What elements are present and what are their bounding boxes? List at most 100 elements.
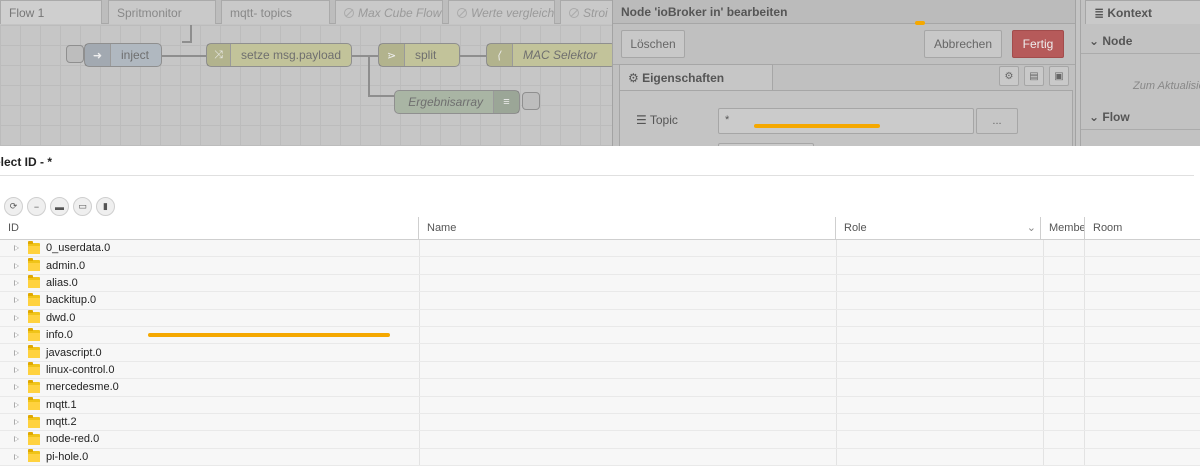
- room-cell: [1084, 274, 1085, 292]
- table-row[interactable]: mercedesme.0: [0, 379, 1200, 397]
- expand-caret-icon[interactable]: [14, 436, 20, 443]
- node-red-editor-background: Flow 1 Spritmonitor mqtt- topics Max Cub…: [0, 0, 1200, 146]
- inject-node[interactable]: ➜ inject: [84, 43, 162, 67]
- expand-caret-icon[interactable]: [14, 384, 20, 391]
- collapse-button[interactable]: −: [27, 197, 46, 216]
- object-id: javascript.0: [46, 346, 102, 359]
- table-row[interactable]: javascript.0: [0, 344, 1200, 362]
- members-cell: [1043, 361, 1044, 379]
- gear-icon: ⚙: [1004, 70, 1014, 82]
- expand-all-button[interactable]: ▭: [73, 197, 92, 216]
- dialog-toolbar: ⟳ − ▬ ▭ ▮: [4, 197, 115, 217]
- folder-icon: [28, 414, 40, 428]
- collapse-all-button[interactable]: ▬: [50, 197, 69, 216]
- expand-caret-icon[interactable]: [14, 349, 20, 356]
- refresh-icon: ⟳: [9, 201, 18, 211]
- tab-label: Max Cube Flow: [358, 6, 442, 20]
- appearance-button[interactable]: ▣: [1049, 66, 1069, 86]
- expand-caret-icon[interactable]: [14, 279, 20, 286]
- expand-caret-icon[interactable]: [14, 245, 20, 252]
- id-cell: linux-control.0: [0, 362, 114, 378]
- table-row[interactable]: backitup.0: [0, 292, 1200, 310]
- id-cell: admin.0: [0, 257, 85, 273]
- table-row[interactable]: 0_userdata.0: [0, 240, 1200, 258]
- id-cell: info.0: [0, 327, 73, 343]
- table-row[interactable]: node-red.0: [0, 431, 1200, 449]
- expand-caret-icon[interactable]: [14, 453, 20, 460]
- change-node[interactable]: ⤨ setze msg.payload: [206, 43, 352, 67]
- debug-toggle-button[interactable]: [522, 92, 540, 110]
- browse-topic-button[interactable]: ...: [976, 108, 1018, 134]
- tab-flow-1[interactable]: Flow 1: [0, 0, 102, 24]
- cancel-button[interactable]: Abbrechen: [924, 30, 1002, 58]
- tab-max-cube-flow[interactable]: Max Cube Flow: [335, 0, 443, 24]
- expand-caret-icon[interactable]: [14, 262, 20, 269]
- expand-caret-icon[interactable]: [14, 366, 20, 373]
- id-cell: node-red.0: [0, 431, 99, 447]
- refresh-button[interactable]: ⟳: [4, 197, 23, 216]
- column-id[interactable]: ID: [0, 217, 420, 240]
- flow-context-section[interactable]: ⌄ Flow: [1081, 104, 1200, 130]
- expand-caret-icon[interactable]: [14, 314, 20, 321]
- expand-caret-icon[interactable]: [14, 419, 20, 426]
- flow-tab-bar: Flow 1 Spritmonitor mqtt- topics Max Cub…: [0, 0, 620, 24]
- table-row[interactable]: alias.0: [0, 274, 1200, 293]
- object-tree: 0_userdata.0 admin.0 alias.0 backitup.0 dwd.…: [0, 240, 1200, 467]
- table-row[interactable]: admin.0: [0, 257, 1200, 275]
- object-id: alias.0: [46, 276, 78, 289]
- table-row[interactable]: mqtt.1: [0, 396, 1200, 414]
- delete-button[interactable]: Löschen: [621, 30, 685, 58]
- table-row[interactable]: mqtt.2: [0, 413, 1200, 432]
- folder-icon: [28, 379, 40, 393]
- node-label: Ergebnisarray: [408, 95, 483, 109]
- chevron-down-icon[interactable]: ⌄: [1027, 221, 1036, 234]
- room-cell: [1084, 361, 1085, 379]
- debug-node[interactable]: Ergebnisarray ≡: [394, 90, 520, 114]
- tab-strom[interactable]: Stroi: [560, 0, 620, 24]
- column-room[interactable]: Room: [1084, 217, 1200, 240]
- tab-mqtt-topics[interactable]: mqtt- topics: [221, 0, 330, 24]
- room-cell: [1084, 240, 1085, 257]
- mac-selector-node[interactable]: ⟨ MAC Selektor: [486, 43, 616, 67]
- room-cell: [1084, 379, 1085, 396]
- object-id: mercedesme.0: [46, 381, 119, 394]
- room-cell: [1084, 326, 1085, 344]
- description-button[interactable]: ▤: [1024, 66, 1044, 86]
- column-members[interactable]: Membe: [1040, 217, 1084, 240]
- table-row[interactable]: dwd.0: [0, 309, 1200, 327]
- database-icon: ≣: [1094, 6, 1108, 20]
- column-role[interactable]: Role ⌄: [835, 217, 1042, 240]
- expand-caret-icon[interactable]: [14, 332, 20, 339]
- id-cell: 0_userdata.0: [0, 240, 110, 256]
- name-cell: [419, 240, 420, 257]
- toggle-view-button[interactable]: ▮: [96, 197, 115, 216]
- minus-icon: −: [33, 201, 40, 212]
- inject-trigger-button[interactable]: [66, 45, 84, 63]
- redaction-mark: [148, 333, 390, 337]
- done-button[interactable]: Fertig: [1012, 30, 1064, 58]
- tab-werte-vergleiche[interactable]: Werte vergleiche: [448, 0, 555, 24]
- expand-caret-icon[interactable]: [14, 401, 20, 408]
- tab-context[interactable]: ≣ Kontext: [1085, 0, 1200, 24]
- name-cell: [419, 448, 420, 466]
- node-label: MAC Selektor: [523, 48, 598, 62]
- tab-properties[interactable]: ⚙ Eigenschaften: [619, 64, 773, 90]
- members-cell: [1043, 379, 1044, 396]
- role-cell: [836, 361, 837, 379]
- room-cell: [1084, 309, 1085, 326]
- split-node[interactable]: ⋗ split: [378, 43, 460, 67]
- members-cell: [1043, 274, 1044, 292]
- settings-gear-button[interactable]: ⚙: [999, 66, 1019, 86]
- tab-spritmonitor[interactable]: Spritmonitor: [108, 0, 216, 24]
- expand-caret-icon[interactable]: [14, 297, 20, 304]
- node-context-section[interactable]: ⌄ Node: [1081, 28, 1200, 54]
- role-cell: [836, 431, 837, 448]
- table-row[interactable]: pi-hole.0: [0, 448, 1200, 467]
- id-cell: mercedesme.0: [0, 379, 119, 395]
- table-row[interactable]: linux-control.0: [0, 361, 1200, 380]
- redaction-mark: [754, 124, 880, 128]
- arrow-right-icon: ➜: [85, 44, 111, 66]
- flow-workspace[interactable]: ➜ inject ⤨ setze msg.payload ⋗ split ⟨ M…: [0, 25, 616, 146]
- topic-input[interactable]: *: [718, 108, 974, 134]
- column-name[interactable]: Name: [418, 217, 835, 240]
